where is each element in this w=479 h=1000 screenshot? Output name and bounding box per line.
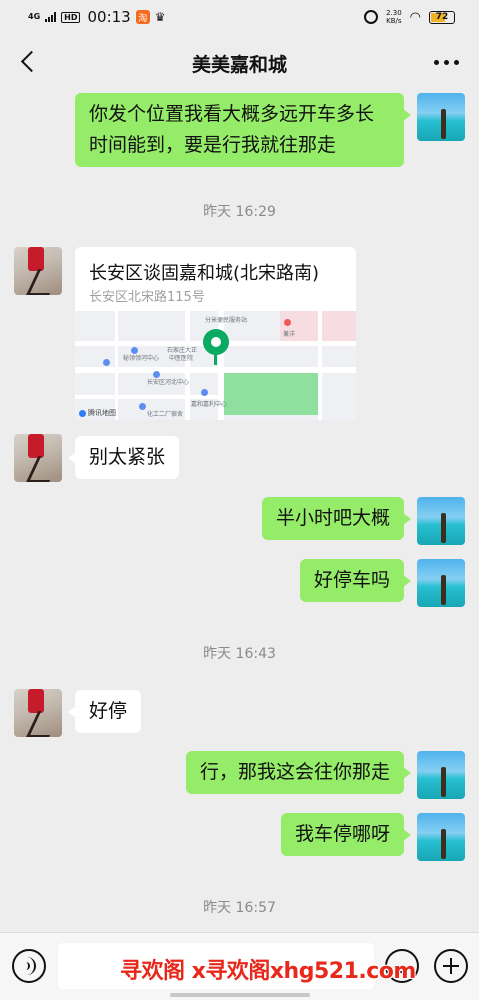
- battery-icon: 72: [429, 10, 455, 24]
- my-avatar[interactable]: [417, 559, 465, 607]
- network-speed: 2.30 KB/s: [386, 9, 402, 25]
- hd-badge: HD: [61, 11, 81, 23]
- status-right: 2.30 KB/s ◠ 72: [364, 9, 455, 25]
- map-label: 兼洋: [283, 331, 296, 338]
- contact-avatar[interactable]: [14, 434, 62, 482]
- more-dots-icon[interactable]: [434, 60, 459, 65]
- status-time: 00:13: [87, 8, 131, 26]
- message-bubble[interactable]: 好停车吗: [299, 559, 412, 602]
- map-brand: 腾讯地图: [79, 408, 116, 418]
- my-avatar[interactable]: [417, 751, 465, 799]
- app-notification-icon: 淘: [135, 10, 150, 24]
- message-bubble[interactable]: 别太紧张: [67, 436, 180, 479]
- map-label: 秘领领河中心: [123, 355, 160, 362]
- location-card[interactable]: 长安区谈固嘉和城(北宋路南) 长安区北宋路115号 分米便民服务站 兼洋 秘领领…: [75, 247, 356, 420]
- location-map[interactable]: 分米便民服务站 兼洋 秘领领河中心 石家庄大正 中医医院 长安区河北中心 嘉和嘉…: [75, 311, 356, 420]
- plus-icon[interactable]: [434, 949, 468, 983]
- timestamp: 昨天 16:43: [203, 646, 276, 662]
- map-label: 嘉和嘉利中心: [191, 401, 228, 408]
- contact-avatar[interactable]: [14, 247, 62, 295]
- location-address: 长安区北宋路115号: [89, 290, 205, 305]
- voice-icon[interactable]: [12, 949, 46, 983]
- message-bubble[interactable]: 好停: [67, 690, 142, 733]
- network-speed-unit: KB/s: [386, 17, 402, 25]
- timestamp: 昨天 16:57: [203, 900, 276, 916]
- message-bubble[interactable]: 行，那我这会往你那走: [185, 751, 412, 794]
- wifi-icon: ◠: [409, 9, 421, 25]
- my-avatar[interactable]: [417, 497, 465, 545]
- message-bubble[interactable]: 半小时吧大概: [261, 497, 412, 540]
- network-speed-value: 2.30: [386, 9, 402, 17]
- map-pin-icon: [203, 329, 229, 365]
- watermark: 寻欢阁 x寻欢阁xhg521.com: [120, 959, 416, 984]
- signal-icon: [45, 12, 57, 22]
- map-label: 化工二厂宿舍: [147, 411, 184, 418]
- home-indicator[interactable]: [170, 993, 310, 997]
- map-brand-label: 腾讯地图: [88, 409, 116, 417]
- map-label: 分米便民服务站: [205, 317, 248, 324]
- alarm-icon: [364, 10, 379, 24]
- message-bubble[interactable]: 你发个位置我看大概多远开车多长时间能到，要是行我就往那走: [75, 93, 411, 167]
- status-bar: 4G HD 00:13 淘 ♛ 2.30 KB/s ◠ 72: [0, 0, 479, 34]
- timestamp: 昨天 16:29: [203, 204, 276, 220]
- my-avatar[interactable]: [417, 93, 465, 141]
- contact-avatar[interactable]: [14, 689, 62, 737]
- status-left: 4G HD 00:13 淘 ♛: [28, 8, 165, 26]
- location-name: 长安区谈固嘉和城(北宋路南): [89, 263, 320, 284]
- network-type: 4G: [28, 12, 41, 21]
- chat-title: 美美嘉和城: [191, 53, 287, 76]
- crown-icon: ♛: [154, 10, 166, 24]
- chat-header: 美美嘉和城: [0, 34, 479, 92]
- message-bubble[interactable]: 我车停哪呀: [280, 813, 412, 856]
- map-label: 长安区河北中心: [147, 379, 190, 386]
- back-icon[interactable]: [18, 51, 40, 73]
- map-brand-icon: [79, 409, 86, 417]
- my-avatar[interactable]: [417, 813, 465, 861]
- battery-level: 72: [435, 12, 449, 22]
- map-label: 中医医院: [169, 355, 194, 362]
